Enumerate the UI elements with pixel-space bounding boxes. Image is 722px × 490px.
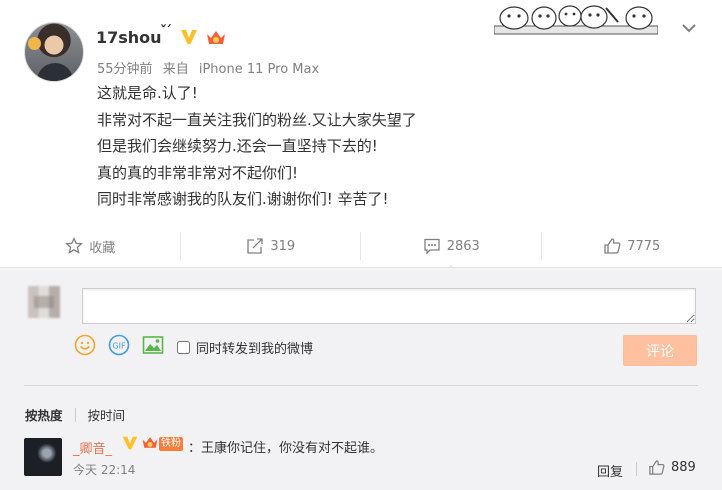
reply-button[interactable]: 回复 <box>597 461 623 480</box>
forward-button[interactable]: 319 <box>181 228 362 264</box>
forward-checkbox[interactable] <box>177 341 190 354</box>
header-stickers-icon <box>494 5 658 35</box>
post-line: 但是我们会继续努力.还会一直坚持下去的! <box>97 137 378 155</box>
commenter-avatar[interactable] <box>24 438 62 476</box>
comment-time: 今天 22:14 <box>73 463 136 477</box>
verified-v-icon[interactable] <box>179 27 199 47</box>
chevron-down-icon[interactable] <box>680 19 698 37</box>
fan-badge[interactable]: 铁粉 <box>159 437 183 451</box>
post-line: 非常对不起一直关注我们的粉丝.又让大家失望了 <box>97 110 417 129</box>
gif-icon[interactable]: GIF <box>108 334 130 356</box>
image-icon[interactable] <box>142 334 164 356</box>
post-line: 真的真的非常非常对不起你们! <box>97 163 299 182</box>
thumbs-up-icon <box>649 460 665 475</box>
forward-to-weibo-option[interactable]: 同时转发到我的微博 <box>177 338 313 357</box>
comment-section: GIF 同时转发到我的微博 评论 按热度 按时间 _卿音_ 铁粉 ：王康你记住，… <box>0 267 722 490</box>
comment-like-button[interactable]: 889 <box>648 459 696 476</box>
post-line: 同时非常感谢我的队友们.谢谢你们! 辛苦了! <box>97 190 389 208</box>
comment-icon <box>424 238 440 255</box>
post-line: 这就是命.认了! <box>97 84 198 102</box>
favorite-button[interactable]: 收藏 <box>0 228 181 264</box>
post-content: 这就是命.认了! 非常对不起一直关注我们的粉丝.又让大家失望了 但是我们会继续努… <box>97 80 697 213</box>
post-time[interactable]: 55分钟前 <box>97 62 153 77</box>
like-button[interactable]: 7775 <box>542 228 722 264</box>
comment-sort: 按热度 按时间 <box>25 405 125 424</box>
forward-count: 319 <box>270 238 296 254</box>
comment-count: 2863 <box>446 238 480 254</box>
thumbs-up-icon <box>604 238 621 254</box>
member-crown-icon[interactable] <box>205 28 227 46</box>
author-avatar[interactable] <box>24 22 84 82</box>
comment-button[interactable]: 2863 <box>361 228 542 273</box>
avatar-shirt <box>37 63 73 81</box>
commenter-username[interactable]: _卿音_ <box>73 438 112 457</box>
member-crown-icon[interactable] <box>141 434 159 450</box>
sort-by-hot[interactable]: 按热度 <box>25 405 63 424</box>
author-username[interactable]: 17shou <box>96 28 162 47</box>
forward-label: 同时转发到我的微博 <box>196 342 314 357</box>
post-meta: 55分钟前 来自 iPhone 11 Pro Max <box>97 58 325 77</box>
gif-label: GIF <box>112 342 126 351</box>
current-user-avatar[interactable] <box>28 286 60 318</box>
favorite-label: 收藏 <box>89 240 116 256</box>
submit-comment-button[interactable]: 评论 <box>623 335 697 366</box>
like-count: 7775 <box>627 238 661 254</box>
comment-action-separator <box>636 462 637 476</box>
comment-like-count: 889 <box>671 460 696 475</box>
verified-v-icon[interactable] <box>121 434 139 452</box>
comment-text: ：王康你记住，你没有对不起谁。 <box>188 441 384 456</box>
avatar-toy <box>28 37 41 50</box>
share-icon <box>247 238 263 254</box>
divider <box>24 385 698 386</box>
source-prefix: 来自 <box>162 62 189 77</box>
post-action-bar: 收藏 319 2863 7775 <box>0 228 722 273</box>
comment-input[interactable] <box>82 288 696 324</box>
star-icon <box>65 237 84 254</box>
post-source[interactable]: iPhone 11 Pro Max <box>199 62 319 77</box>
sort-by-time[interactable]: 按时间 <box>88 405 126 424</box>
sort-separator <box>74 407 76 422</box>
emoji-icon[interactable] <box>74 334 96 356</box>
username-mark: ˇˊ <box>160 24 172 40</box>
